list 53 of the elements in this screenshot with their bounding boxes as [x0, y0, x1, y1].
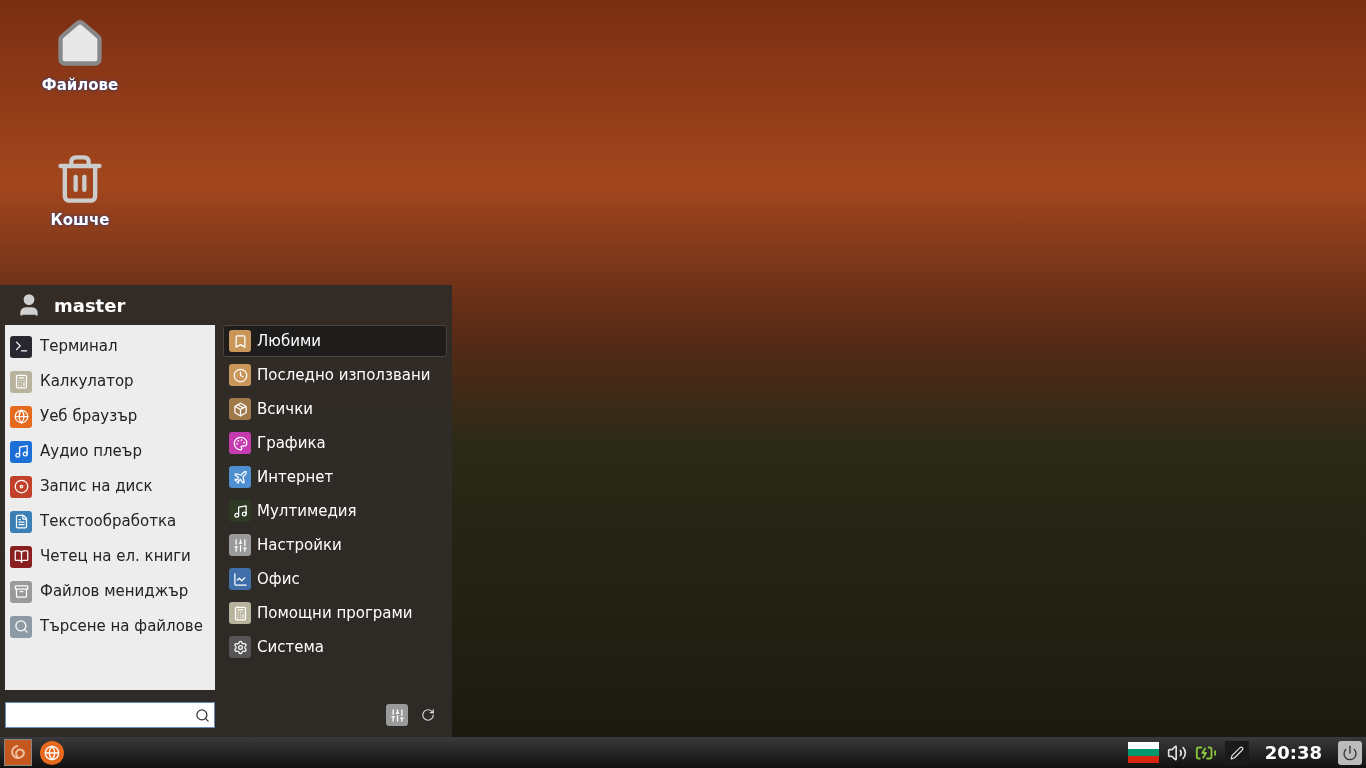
favorite-app-item[interactable]: Търсене на файлове [5, 609, 215, 644]
cabinet-icon [10, 580, 32, 603]
search-icon [195, 707, 210, 723]
power-icon [1342, 744, 1358, 761]
category-item[interactable]: Мултимедия [223, 495, 447, 527]
category-item[interactable]: Интернет [223, 461, 447, 493]
music-note-icon [229, 500, 251, 522]
power-button[interactable] [1338, 740, 1362, 765]
desktop-icon-label[interactable]: Файлове [41, 74, 119, 97]
terminal-icon [10, 335, 32, 358]
category-item[interactable]: Помощни програми [223, 597, 447, 629]
volume-icon[interactable] [1166, 742, 1187, 763]
search-field[interactable] [5, 702, 215, 728]
swirl-icon [10, 743, 26, 762]
favorite-app-item[interactable]: Запис на диск [5, 469, 215, 504]
pen-button[interactable] [1224, 740, 1249, 765]
flag-icon[interactable] [1127, 741, 1159, 764]
clock-folder-icon [229, 364, 251, 386]
clock[interactable]: 20:38 [1256, 739, 1330, 766]
chart-icon [229, 568, 251, 590]
user-name: master [54, 293, 126, 318]
package-icon [229, 398, 251, 420]
palette-icon [229, 432, 251, 454]
refresh-icon[interactable] [421, 708, 435, 722]
favorite-app-item[interactable]: Текстообработка [5, 504, 215, 539]
sliders-icon [389, 707, 405, 723]
music-note-icon [10, 440, 32, 463]
settings-button[interactable] [386, 704, 408, 726]
desktop-icon-label[interactable]: Кошче [50, 208, 110, 231]
favorite-app-item[interactable]: Четец на ел. книги [5, 539, 215, 574]
bookmark-folder-icon [229, 330, 251, 352]
document-icon [10, 510, 32, 533]
favorite-app-item[interactable]: Калкулатор [5, 364, 215, 399]
category-item[interactable]: Любими [223, 325, 447, 357]
category-item[interactable]: Система [223, 631, 447, 663]
category-item[interactable]: Графика [223, 427, 447, 459]
menu-button[interactable] [4, 739, 32, 766]
pen-icon [1229, 745, 1244, 760]
book-icon [10, 545, 32, 568]
favorite-app-item[interactable]: Уеб браузър [5, 399, 215, 434]
category-item[interactable]: Последно използвани [223, 359, 447, 391]
favorite-app-item[interactable]: Файлов мениджър [5, 574, 215, 609]
favorite-app-item[interactable]: Терминал [5, 329, 215, 364]
category-item[interactable]: Настройки [223, 529, 447, 561]
category-item[interactable]: Всички [223, 393, 447, 425]
settings-icon [229, 636, 251, 658]
magnifier-icon [10, 615, 32, 638]
favorite-app-item[interactable]: Аудио плеър [5, 434, 215, 469]
category-item[interactable]: Офис [223, 563, 447, 595]
sliders-icon [229, 534, 251, 556]
browser-launcher[interactable] [40, 740, 64, 765]
calculator-icon [229, 602, 251, 624]
calculator-icon [10, 370, 32, 393]
